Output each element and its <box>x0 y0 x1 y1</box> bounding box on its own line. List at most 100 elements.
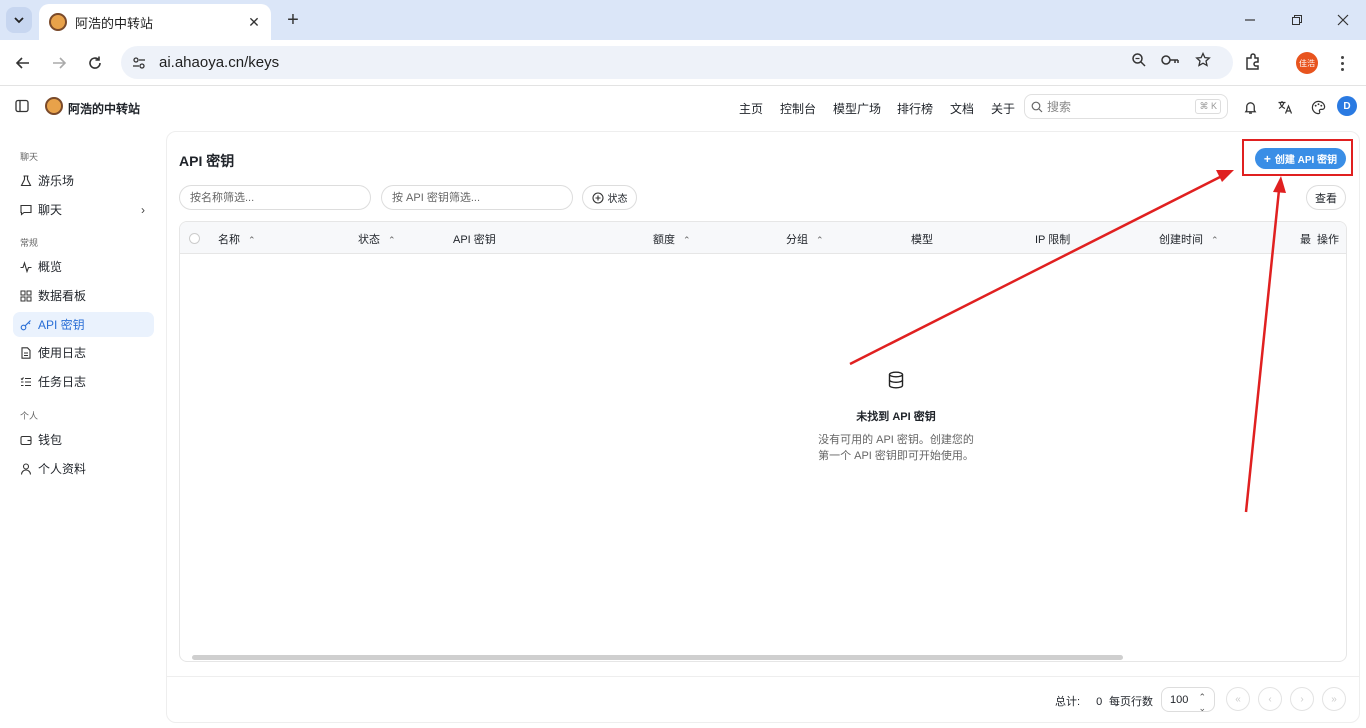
empty-state: 未找到 API 密钥 没有可用的 API 密钥。创建您的 第一个 API 密钥即… <box>806 371 986 464</box>
reload-icon <box>89 56 101 69</box>
select-all-checkbox[interactable] <box>189 233 200 244</box>
sidebar-item-profile[interactable]: 个人资料 <box>13 456 154 481</box>
close-icon <box>1337 14 1349 26</box>
sort-icon[interactable]: ⌃ <box>1211 235 1219 245</box>
sort-icon[interactable]: ⌃ <box>816 235 824 245</box>
close-icon[interactable]: ✕ <box>245 13 263 31</box>
minimize-icon <box>1245 19 1255 21</box>
nav-home[interactable]: 主页 <box>739 100 763 117</box>
sort-icon[interactable]: ⌃ <box>248 235 256 245</box>
sidebar-item-api-keys[interactable]: API 密钥 <box>13 312 154 337</box>
previous-page-button[interactable]: ‹ <box>1258 687 1282 711</box>
chevron-left-icon: ‹ <box>1268 693 1272 705</box>
forward-button[interactable] <box>47 51 71 75</box>
search-input[interactable]: 搜索 ⌘ K <box>1024 94 1228 119</box>
sidebar-toggle-icon[interactable] <box>15 99 29 113</box>
footer-divider <box>166 676 1360 677</box>
sidebar-item-playground[interactable]: 游乐场 <box>13 168 154 193</box>
browser-tabstrip: 阿浩的中转站 ✕ + <box>0 0 1366 40</box>
nav-ranking[interactable]: 排行榜 <box>897 100 933 117</box>
sidebar-item-task-logs[interactable]: 任务日志 <box>13 369 154 394</box>
sidebar-item-label: 个人资料 <box>38 462 87 476</box>
rows-per-page-label: 每页行数 <box>1109 696 1153 708</box>
site-info-icon[interactable] <box>127 51 151 75</box>
nav-docs[interactable]: 文档 <box>950 100 974 117</box>
palette-icon[interactable] <box>1309 98 1327 116</box>
search-placeholder: 搜索 <box>1047 100 1072 114</box>
column-header-api-key: API 密钥 <box>453 234 496 246</box>
sidebar-item-chat[interactable]: 聊天 › <box>13 197 154 222</box>
empty-state-description: 没有可用的 API 密钥。创建您的 第一个 API 密钥即可开始使用。 <box>818 434 974 462</box>
close-window-button[interactable] <box>1331 8 1355 32</box>
dashboard-grid-icon <box>20 290 32 302</box>
wallet-icon <box>20 434 32 446</box>
restore-icon <box>1292 15 1302 25</box>
bookmark-star-icon[interactable] <box>1193 50 1213 70</box>
column-header-status[interactable]: 状态 ⌃ <box>358 231 396 247</box>
chevron-down-icon <box>14 17 24 24</box>
extensions-icon[interactable] <box>1243 52 1263 72</box>
bell-icon[interactable] <box>1241 98 1259 116</box>
annotation-highlight-box <box>1242 139 1353 176</box>
last-page-button[interactable]: » <box>1322 687 1346 711</box>
column-header-quota[interactable]: 额度 ⌃ <box>653 231 691 247</box>
sidebar-item-label: 使用日志 <box>38 346 87 360</box>
api-key-filter-input[interactable] <box>381 185 573 210</box>
reload-button[interactable] <box>83 51 107 75</box>
browser-toolbar: ai.ahaoya.cn/keys <box>0 40 1366 86</box>
key-icon <box>20 319 32 331</box>
nav-about[interactable]: 关于 <box>991 100 1015 117</box>
site-favicon-icon <box>49 13 67 31</box>
name-filter-input[interactable] <box>179 185 371 210</box>
list-checks-icon <box>20 376 32 388</box>
sort-icon[interactable]: ⌃ <box>388 235 396 245</box>
sidebar-section-personal: 个人 <box>20 411 39 421</box>
chevron-right-icon: › <box>1300 693 1304 705</box>
empty-state-title: 未找到 API 密钥 <box>856 411 936 423</box>
new-tab-button[interactable]: + <box>282 9 304 31</box>
next-page-button[interactable]: › <box>1290 687 1314 711</box>
status-filter-label: 状态 <box>607 194 628 205</box>
sidebar-item-overview[interactable]: 概览 <box>13 254 154 279</box>
column-header-name[interactable]: 名称 ⌃ <box>218 231 256 247</box>
api-keys-table: 名称 ⌃ 状态 ⌃ API 密钥 额度 ⌃ 分组 ⌃ 模型 IP 限制 创建时间 ⌃ 最 … <box>179 221 1347 662</box>
minimize-button[interactable] <box>1238 8 1262 32</box>
first-page-button[interactable]: « <box>1226 687 1250 711</box>
sort-icon[interactable]: ⌃ <box>683 235 691 245</box>
address-bar[interactable]: ai.ahaoya.cn/keys <box>121 46 1233 79</box>
chat-bubble-icon <box>20 204 32 216</box>
column-header-model: 模型 <box>911 234 933 246</box>
sidebar-item-usage-logs[interactable]: 使用日志 <box>13 340 154 365</box>
zoom-icon[interactable] <box>1129 50 1149 70</box>
app-header: 阿浩的中转站 主页 控制台 模型广场 排行榜 文档 关于 搜索 ⌘ K D <box>0 86 1366 128</box>
sidebar-item-wallet[interactable]: 钱包 <box>13 427 154 452</box>
page-title: API 密钥 <box>179 153 235 169</box>
rows-per-page-select[interactable]: 100 ⌃ ⌄ <box>1161 687 1215 713</box>
tab-search-button[interactable] <box>6 7 32 33</box>
chevron-right-icon: › <box>141 203 145 217</box>
profile-avatar[interactable]: 佳浩 <box>1296 52 1318 74</box>
nav-console[interactable]: 控制台 <box>780 100 816 117</box>
search-icon <box>1031 101 1043 112</box>
column-header-group[interactable]: 分组 ⌃ <box>786 231 824 247</box>
back-button[interactable] <box>11 51 35 75</box>
password-key-icon[interactable] <box>1160 50 1180 70</box>
view-button[interactable]: 查看 <box>1306 185 1346 210</box>
chevrons-left-icon: « <box>1235 693 1241 705</box>
browser-menu-icon[interactable] <box>1334 52 1350 74</box>
column-header-created-at[interactable]: 创建时间 ⌃ <box>1159 231 1219 247</box>
status-filter-button[interactable]: 状态 <box>582 185 637 210</box>
column-header-ip-limit: IP 限制 <box>1035 234 1071 246</box>
chevron-updown-icon: ⌃ ⌄ <box>1198 692 1206 713</box>
pagination-total: 总计: 0 <box>1055 696 1103 708</box>
browser-tab[interactable]: 阿浩的中转站 ✕ <box>39 4 271 40</box>
nav-models[interactable]: 模型广场 <box>833 100 881 117</box>
sidebar-item-label: 钱包 <box>38 433 63 447</box>
chevrons-right-icon: » <box>1331 693 1337 705</box>
horizontal-scrollbar[interactable] <box>192 655 1123 660</box>
brand-name[interactable]: 阿浩的中转站 <box>68 100 140 117</box>
user-avatar[interactable]: D <box>1337 96 1357 116</box>
sidebar-item-dashboard[interactable]: 数据看板 <box>13 283 154 308</box>
restore-button[interactable] <box>1285 8 1309 32</box>
translate-icon[interactable] <box>1276 98 1294 116</box>
